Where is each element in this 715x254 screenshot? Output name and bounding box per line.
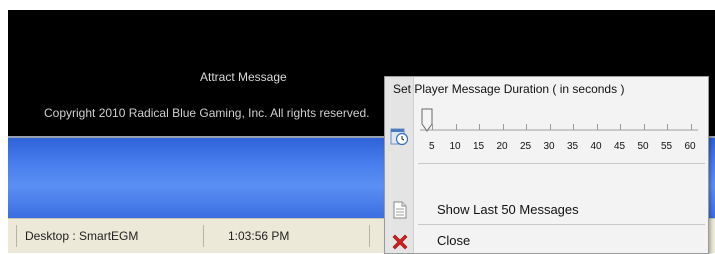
status-clock: 1:03:56 PM bbox=[220, 225, 370, 247]
duration-slider-track[interactable] bbox=[420, 129, 698, 131]
slider-tick-label: 40 bbox=[590, 141, 602, 152]
slider-tick-label: 10 bbox=[449, 141, 461, 152]
menu-divider bbox=[418, 163, 705, 164]
menu-item-label: Close bbox=[437, 233, 471, 248]
slider-tick-label: 60 bbox=[684, 141, 696, 152]
slider-tick-label: 35 bbox=[567, 141, 579, 152]
context-menu: Set Player Message Duration ( in seconds… bbox=[384, 76, 709, 254]
close-x-icon bbox=[392, 234, 408, 250]
slider-tick-label: 15 bbox=[473, 141, 485, 152]
slider-tick-label: 30 bbox=[543, 141, 555, 152]
menu-item-label: Show Last 50 Messages bbox=[437, 202, 579, 217]
duration-slider-label: Set Player Message Duration ( in seconds… bbox=[393, 82, 625, 96]
slider-tick bbox=[620, 124, 621, 130]
slider-tick bbox=[502, 124, 504, 130]
slider-tick bbox=[690, 124, 692, 130]
slider-tick-label: 50 bbox=[637, 141, 649, 152]
slider-tick-label: 5 bbox=[429, 141, 435, 152]
status-desktop: Desktop : SmartEGM bbox=[16, 225, 204, 247]
attract-title: Attract Message bbox=[200, 70, 287, 84]
document-icon bbox=[393, 201, 407, 219]
slider-tick bbox=[643, 124, 645, 130]
slider-tick bbox=[526, 124, 527, 130]
slider-tick-label: 20 bbox=[496, 141, 508, 152]
slider-tick-label: 45 bbox=[614, 141, 626, 152]
slider-tick-label: 25 bbox=[520, 141, 532, 152]
slider-tick bbox=[596, 124, 598, 130]
slider-tick bbox=[479, 124, 480, 130]
menu-item-show-messages[interactable]: Show Last 50 Messages bbox=[385, 197, 708, 223]
menu-item-close[interactable]: Close bbox=[385, 228, 708, 254]
slider-tick-label: 55 bbox=[661, 141, 673, 152]
menu-divider bbox=[418, 224, 705, 225]
menu-icon-gutter bbox=[385, 77, 414, 253]
slider-tick bbox=[432, 124, 433, 130]
slider-tick bbox=[549, 124, 551, 130]
slider-tick bbox=[455, 124, 457, 130]
attract-copyright: Copyright 2010 Radical Blue Gaming, Inc.… bbox=[44, 106, 370, 120]
clock-icon bbox=[390, 128, 409, 146]
slider-tick bbox=[573, 124, 574, 130]
slider-tick bbox=[667, 124, 668, 130]
screen: Attract Message Copyright 2010 Radical B… bbox=[8, 10, 715, 254]
